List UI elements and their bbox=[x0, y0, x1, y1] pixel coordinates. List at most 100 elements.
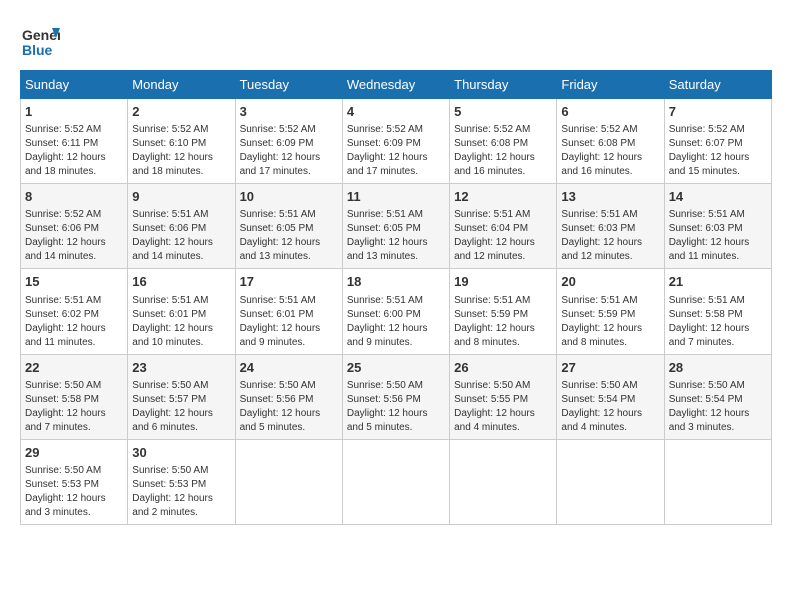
calendar-cell-w0d5: 6 Sunrise: 5:52 AMSunset: 6:08 PMDaylight… bbox=[557, 99, 664, 184]
day-info: Sunrise: 5:50 AMSunset: 5:58 PMDaylight:… bbox=[25, 379, 123, 435]
page-header: General Blue bbox=[20, 20, 772, 60]
day-info: Sunrise: 5:50 AMSunset: 5:57 PMDaylight:… bbox=[132, 379, 230, 435]
calendar-cell-w3d2: 24 Sunrise: 5:50 AMSunset: 5:56 PMDayligh… bbox=[235, 354, 342, 439]
day-info: Sunrise: 5:51 AMSunset: 6:01 PMDaylight:… bbox=[132, 294, 230, 350]
day-info: Sunrise: 5:50 AMSunset: 5:55 PMDaylight:… bbox=[454, 379, 552, 435]
calendar-week-row-1: 8Sunrise: 5:52 AMSunset: 6:06 PMDaylight… bbox=[21, 184, 772, 269]
day-number: 19 bbox=[454, 273, 552, 291]
day-info: Sunrise: 5:52 AMSunset: 6:11 PMDaylight:… bbox=[25, 123, 123, 179]
day-number: 13 bbox=[561, 188, 659, 206]
day-info: Sunrise: 5:51 AMSunset: 6:03 PMDaylight:… bbox=[561, 208, 659, 264]
calendar-cell-w4d6 bbox=[664, 439, 771, 524]
day-info: Sunrise: 5:52 AMSunset: 6:07 PMDaylight:… bbox=[669, 123, 767, 179]
day-info: Sunrise: 5:50 AMSunset: 5:56 PMDaylight:… bbox=[240, 379, 338, 435]
day-number: 10 bbox=[240, 188, 338, 206]
calendar-cell-w2d6: 21 Sunrise: 5:51 AMSunset: 5:58 PMDayligh… bbox=[664, 269, 771, 354]
day-info: Sunrise: 5:52 AMSunset: 6:06 PMDaylight:… bbox=[25, 208, 123, 264]
day-number: 28 bbox=[669, 359, 767, 377]
calendar-cell-w2d4: 19 Sunrise: 5:51 AMSunset: 5:59 PMDayligh… bbox=[450, 269, 557, 354]
weekday-header-wednesday: Wednesday bbox=[342, 71, 449, 99]
day-number: 21 bbox=[669, 273, 767, 291]
day-info: Sunrise: 5:52 AMSunset: 6:10 PMDaylight:… bbox=[132, 123, 230, 179]
calendar-cell-w1d0: 8Sunrise: 5:52 AMSunset: 6:06 PMDaylight… bbox=[21, 184, 128, 269]
day-info: Sunrise: 5:50 AMSunset: 5:54 PMDaylight:… bbox=[561, 379, 659, 435]
day-info: Sunrise: 5:51 AMSunset: 5:58 PMDaylight:… bbox=[669, 294, 767, 350]
calendar-cell-w1d5: 13 Sunrise: 5:51 AMSunset: 6:03 PMDayligh… bbox=[557, 184, 664, 269]
day-info: Sunrise: 5:50 AMSunset: 5:53 PMDaylight:… bbox=[132, 464, 230, 520]
day-info: Sunrise: 5:50 AMSunset: 5:56 PMDaylight:… bbox=[347, 379, 445, 435]
calendar-cell-w3d1: 23 Sunrise: 5:50 AMSunset: 5:57 PMDayligh… bbox=[128, 354, 235, 439]
calendar-cell-w0d4: 5 Sunrise: 5:52 AMSunset: 6:08 PMDaylight… bbox=[450, 99, 557, 184]
day-info: Sunrise: 5:52 AMSunset: 6:08 PMDaylight:… bbox=[454, 123, 552, 179]
day-number: 22 bbox=[25, 359, 123, 377]
calendar-cell-w1d4: 12 Sunrise: 5:51 AMSunset: 6:04 PMDayligh… bbox=[450, 184, 557, 269]
calendar-cell-w1d2: 10 Sunrise: 5:51 AMSunset: 6:05 PMDayligh… bbox=[235, 184, 342, 269]
day-info: Sunrise: 5:50 AMSunset: 5:54 PMDaylight:… bbox=[669, 379, 767, 435]
day-info: Sunrise: 5:51 AMSunset: 6:00 PMDaylight:… bbox=[347, 294, 445, 350]
day-info: Sunrise: 5:51 AMSunset: 6:05 PMDaylight:… bbox=[347, 208, 445, 264]
day-info: Sunrise: 5:51 AMSunset: 6:06 PMDaylight:… bbox=[132, 208, 230, 264]
weekday-header-tuesday: Tuesday bbox=[235, 71, 342, 99]
day-number: 26 bbox=[454, 359, 552, 377]
calendar-cell-w4d5 bbox=[557, 439, 664, 524]
day-number: 17 bbox=[240, 273, 338, 291]
day-info: Sunrise: 5:52 AMSunset: 6:09 PMDaylight:… bbox=[240, 123, 338, 179]
day-number: 27 bbox=[561, 359, 659, 377]
weekday-header-sunday: Sunday bbox=[21, 71, 128, 99]
day-info: Sunrise: 5:51 AMSunset: 6:03 PMDaylight:… bbox=[669, 208, 767, 264]
weekday-header-monday: Monday bbox=[128, 71, 235, 99]
calendar-cell-w4d3 bbox=[342, 439, 449, 524]
day-number: 5 bbox=[454, 103, 552, 121]
calendar-cell-w0d2: 3Sunrise: 5:52 AMSunset: 6:09 PMDaylight… bbox=[235, 99, 342, 184]
day-number: 7 bbox=[669, 103, 767, 121]
day-number: 24 bbox=[240, 359, 338, 377]
day-info: Sunrise: 5:51 AMSunset: 6:05 PMDaylight:… bbox=[240, 208, 338, 264]
day-number: 18 bbox=[347, 273, 445, 291]
day-number: 30 bbox=[132, 444, 230, 462]
day-info: Sunrise: 5:51 AMSunset: 5:59 PMDaylight:… bbox=[454, 294, 552, 350]
calendar-cell-w4d4 bbox=[450, 439, 557, 524]
svg-text:Blue: Blue bbox=[22, 42, 53, 58]
day-number: 15 bbox=[25, 273, 123, 291]
day-number: 23 bbox=[132, 359, 230, 377]
day-info: Sunrise: 5:52 AMSunset: 6:09 PMDaylight:… bbox=[347, 123, 445, 179]
calendar-week-row-4: 29Sunrise: 5:50 AMSunset: 5:53 PMDayligh… bbox=[21, 439, 772, 524]
day-number: 11 bbox=[347, 188, 445, 206]
calendar-cell-w2d5: 20Sunrise: 5:51 AMSunset: 5:59 PMDayligh… bbox=[557, 269, 664, 354]
day-number: 25 bbox=[347, 359, 445, 377]
calendar-table: SundayMondayTuesdayWednesdayThursdayFrid… bbox=[20, 70, 772, 525]
day-number: 6 bbox=[561, 103, 659, 121]
calendar-cell-w3d3: 25 Sunrise: 5:50 AMSunset: 5:56 PMDayligh… bbox=[342, 354, 449, 439]
day-number: 14 bbox=[669, 188, 767, 206]
day-number: 4 bbox=[347, 103, 445, 121]
calendar-cell-w3d5: 27 Sunrise: 5:50 AMSunset: 5:54 PMDayligh… bbox=[557, 354, 664, 439]
day-info: Sunrise: 5:51 AMSunset: 6:01 PMDaylight:… bbox=[240, 294, 338, 350]
weekday-header-thursday: Thursday bbox=[450, 71, 557, 99]
weekday-header-row: SundayMondayTuesdayWednesdayThursdayFrid… bbox=[21, 71, 772, 99]
day-info: Sunrise: 5:51 AMSunset: 6:04 PMDaylight:… bbox=[454, 208, 552, 264]
calendar-cell-w4d0: 29Sunrise: 5:50 AMSunset: 5:53 PMDayligh… bbox=[21, 439, 128, 524]
weekday-header-saturday: Saturday bbox=[664, 71, 771, 99]
calendar-cell-w1d1: 9 Sunrise: 5:51 AMSunset: 6:06 PMDaylight… bbox=[128, 184, 235, 269]
day-number: 1 bbox=[25, 103, 123, 121]
calendar-cell-w0d3: 4 Sunrise: 5:52 AMSunset: 6:09 PMDaylight… bbox=[342, 99, 449, 184]
day-info: Sunrise: 5:52 AMSunset: 6:08 PMDaylight:… bbox=[561, 123, 659, 179]
calendar-week-row-2: 15 Sunrise: 5:51 AMSunset: 6:02 PMDayligh… bbox=[21, 269, 772, 354]
calendar-cell-w0d0: 1 Sunrise: 5:52 AMSunset: 6:11 PMDaylight… bbox=[21, 99, 128, 184]
calendar-cell-w2d1: 16 Sunrise: 5:51 AMSunset: 6:01 PMDayligh… bbox=[128, 269, 235, 354]
day-info: Sunrise: 5:51 AMSunset: 6:02 PMDaylight:… bbox=[25, 294, 123, 350]
day-info: Sunrise: 5:50 AMSunset: 5:53 PMDaylight:… bbox=[25, 464, 123, 520]
calendar-cell-w3d4: 26 Sunrise: 5:50 AMSunset: 5:55 PMDayligh… bbox=[450, 354, 557, 439]
weekday-header-friday: Friday bbox=[557, 71, 664, 99]
logo-icon: General Blue bbox=[20, 20, 60, 60]
calendar-cell-w2d3: 18 Sunrise: 5:51 AMSunset: 6:00 PMDayligh… bbox=[342, 269, 449, 354]
day-number: 9 bbox=[132, 188, 230, 206]
day-number: 12 bbox=[454, 188, 552, 206]
day-number: 2 bbox=[132, 103, 230, 121]
calendar-cell-w2d2: 17 Sunrise: 5:51 AMSunset: 6:01 PMDayligh… bbox=[235, 269, 342, 354]
calendar-cell-w3d6: 28 Sunrise: 5:50 AMSunset: 5:54 PMDayligh… bbox=[664, 354, 771, 439]
calendar-body: 1 Sunrise: 5:52 AMSunset: 6:11 PMDaylight… bbox=[21, 99, 772, 525]
calendar-week-row-0: 1 Sunrise: 5:52 AMSunset: 6:11 PMDaylight… bbox=[21, 99, 772, 184]
day-number: 16 bbox=[132, 273, 230, 291]
day-number: 20 bbox=[561, 273, 659, 291]
